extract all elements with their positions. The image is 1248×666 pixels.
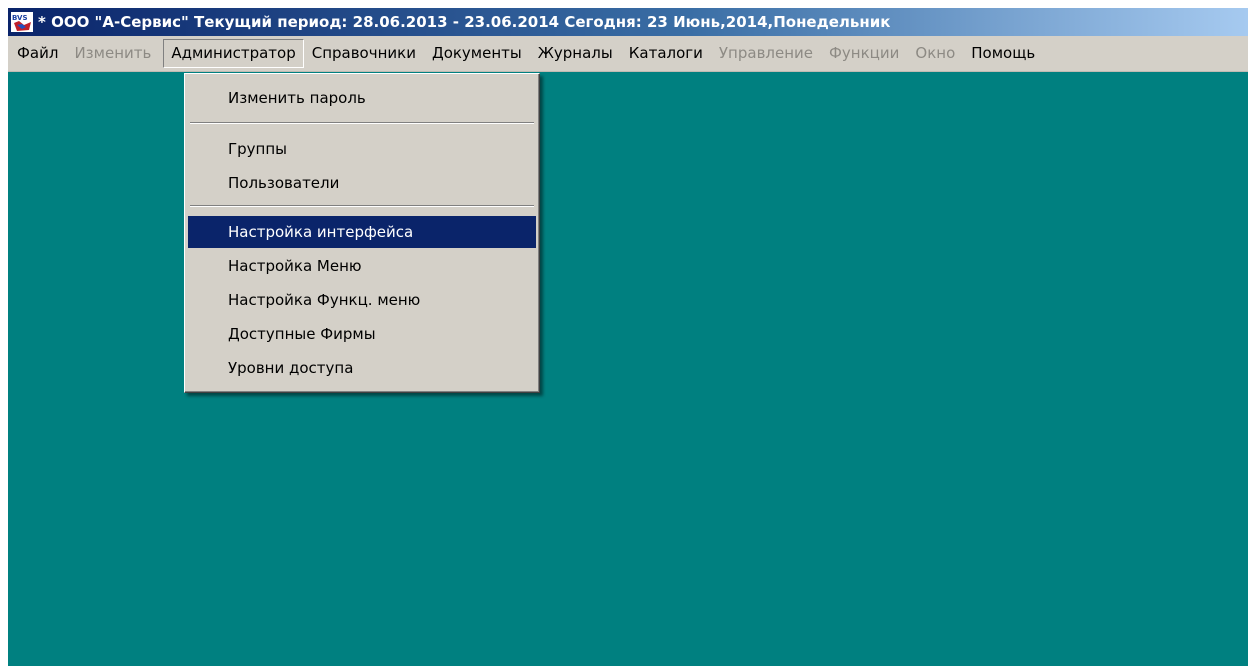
title-bar[interactable]: BVS * ООО "А-Сервис" Текущий период: 28.…: [8, 8, 1248, 36]
administrator-dropdown-menu: Изменить пароль Группы Пользователи Наст…: [184, 73, 540, 393]
menu-edit: Изменить: [74, 44, 152, 62]
menu-item-access-levels[interactable]: Уровни доступа: [188, 352, 536, 384]
bvs-app-icon[interactable]: BVS: [11, 12, 33, 32]
svg-text:BVS: BVS: [12, 14, 28, 22]
menu-management: Управление: [718, 44, 814, 62]
menu-journals[interactable]: Журналы: [530, 39, 621, 68]
menu-item-label: Настройка Функц. меню: [228, 291, 421, 309]
menu-help[interactable]: Помощь: [963, 39, 1043, 68]
menu-item-label: Группы: [228, 140, 288, 158]
menu-catalogs[interactable]: Каталоги: [621, 39, 711, 68]
menu-item-label: Пользователи: [228, 174, 340, 192]
menu-item-label: Уровни доступа: [228, 359, 354, 377]
menu-functions: Функции: [829, 44, 900, 62]
menu-window: Окно: [915, 44, 956, 62]
menu-administrator[interactable]: Администратор: [163, 39, 304, 68]
menu-documents[interactable]: Документы: [424, 39, 530, 68]
menu-item-label: Изменить пароль: [228, 89, 366, 107]
menu-item-label: Настройка Меню: [228, 257, 362, 275]
menu-item-interface-settings[interactable]: Настройка интерфейса: [188, 216, 536, 248]
menu-item-menu-settings[interactable]: Настройка Меню: [188, 250, 536, 282]
menu-item-users[interactable]: Пользователи: [188, 167, 536, 199]
menu-separator: [190, 122, 534, 124]
menu-item-function-menu-settings[interactable]: Настройка Функц. меню: [188, 284, 536, 316]
menu-bar: Файл Изменить Администратор Справочники …: [8, 36, 1248, 72]
menu-item-available-firms[interactable]: Доступные Фирмы: [188, 318, 536, 350]
menu-item-change-password[interactable]: Изменить пароль: [188, 82, 536, 114]
main-window: BVS * ООО "А-Сервис" Текущий период: 28.…: [8, 8, 1248, 666]
menu-separator: [190, 205, 534, 207]
menu-file[interactable]: Файл: [9, 39, 66, 68]
menu-item-label: Настройка интерфейса: [228, 223, 414, 241]
window-title: * ООО "А-Сервис" Текущий период: 28.06.2…: [38, 13, 891, 31]
menu-item-groups[interactable]: Группы: [188, 133, 536, 165]
menu-item-label: Доступные Фирмы: [228, 325, 376, 343]
menu-references[interactable]: Справочники: [304, 39, 424, 68]
